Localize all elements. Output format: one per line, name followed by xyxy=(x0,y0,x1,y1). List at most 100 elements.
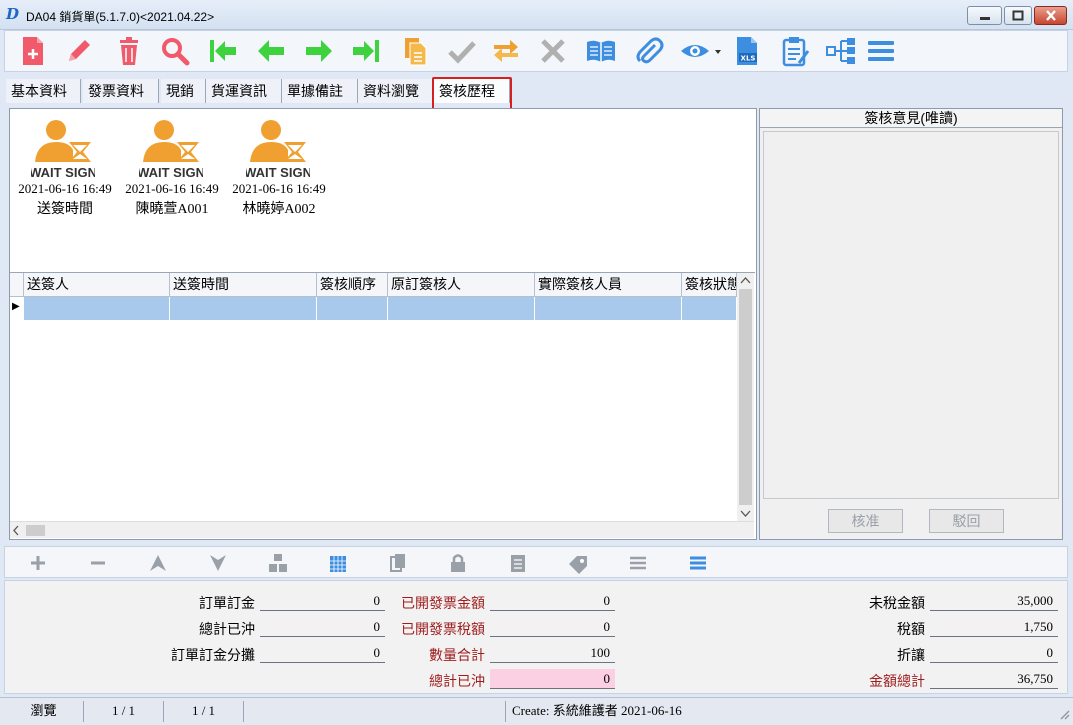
menu-lines-icon[interactable] xyxy=(865,35,897,67)
table-cell[interactable] xyxy=(317,297,388,320)
wait-sign-badge: WAIT SIGN xyxy=(246,165,310,180)
view-eye-icon[interactable] xyxy=(679,35,725,67)
col-header-sign-status[interactable]: 簽核狀態 xyxy=(682,273,737,297)
next-record-icon[interactable] xyxy=(303,35,335,67)
col-header-planned-signer[interactable]: 原訂簽核人 xyxy=(388,273,535,297)
table-cell[interactable] xyxy=(682,297,737,320)
refresh-swap-icon[interactable] xyxy=(490,35,522,67)
table-cell[interactable] xyxy=(535,297,682,320)
signer-name: 陳曉萱A001 xyxy=(135,202,209,217)
tab-document-notes[interactable]: 單據備註 xyxy=(282,79,358,103)
new-doc-icon[interactable] xyxy=(17,35,49,67)
tag-icon[interactable] xyxy=(567,552,589,574)
deposit-split-value: 0 xyxy=(260,643,385,663)
tree-hierarchy-icon[interactable] xyxy=(825,35,857,67)
grid-corner xyxy=(10,273,24,297)
order-deposit-value: 0 xyxy=(260,591,385,611)
opinion-title: 簽核意見(唯讀) xyxy=(760,109,1062,128)
wait-sign-badge: WAIT SIGN xyxy=(31,165,95,180)
close-button[interactable] xyxy=(1034,6,1067,25)
first-record-icon[interactable] xyxy=(207,35,239,67)
attachment-clip-icon[interactable] xyxy=(633,35,665,67)
main-toolbar: XLS xyxy=(4,30,1068,72)
wait-sign-icon[interactable]: WAIT SIGN xyxy=(137,114,205,182)
tab-cash-sale[interactable]: 現銷 xyxy=(161,79,206,103)
edit-pencil-icon[interactable] xyxy=(63,35,95,67)
col-header-send-time[interactable]: 送簽時間 xyxy=(170,273,317,297)
export-xls-icon[interactable]: XLS xyxy=(731,35,763,67)
invoiced-tax-label: 已開發票稅額 xyxy=(401,621,485,637)
structure-icon[interactable] xyxy=(267,552,289,574)
invoiced-amount-label: 已開發票金額 xyxy=(401,595,485,611)
grand-total-value: 36,750 xyxy=(930,669,1058,689)
total-offset2-value: 0 xyxy=(490,669,615,689)
amount-summary: 訂單訂金 0 總計已沖 0 訂單訂金分攤 0 已開發票金額 0 已開發票稅額 0… xyxy=(4,580,1068,694)
delete-trash-icon[interactable] xyxy=(113,35,145,67)
order-deposit-label: 訂單訂金 xyxy=(199,595,255,611)
document-icon[interactable] xyxy=(507,552,529,574)
cancel-x-icon[interactable] xyxy=(537,35,569,67)
status-page-2: 1 / 1 xyxy=(164,701,244,722)
signer-time: 2021-06-16 16:49 xyxy=(232,181,326,196)
total-offset2-label: 總計已沖 xyxy=(429,673,485,689)
status-bar: 瀏覽 1 / 1 1 / 1 Create: 系統維護者 2021-06-16 xyxy=(0,697,1073,725)
wait-sign-icon[interactable]: WAIT SIGN xyxy=(244,114,312,182)
tab-invoice-info[interactable]: 發票資料 xyxy=(83,79,159,103)
status-create-info: Create: 系統維護者 2021-06-16 xyxy=(512,703,682,718)
copy-icon[interactable] xyxy=(387,552,409,574)
prev-record-icon[interactable] xyxy=(255,35,287,67)
signer-name: 林曉婷A002 xyxy=(242,202,316,217)
tax-label: 稅額 xyxy=(897,621,925,637)
resize-grip-icon[interactable] xyxy=(1058,708,1070,724)
col-header-sign-order[interactable]: 簽核順序 xyxy=(317,273,388,297)
status-mode: 瀏覽 xyxy=(4,701,84,722)
tab-shipping-info[interactable]: 貨運資訊 xyxy=(206,79,282,103)
status-page-1: 1 / 1 xyxy=(84,701,164,722)
row-marker-icon: ▶ xyxy=(12,301,20,312)
minimize-button[interactable] xyxy=(967,6,1002,25)
col-header-sender[interactable]: 送簽人 xyxy=(24,273,170,297)
table-cell[interactable] xyxy=(170,297,317,320)
col-header-actual-signer[interactable]: 實際簽核人員 xyxy=(535,273,682,297)
add-plus-icon[interactable] xyxy=(27,552,49,574)
total-offset-value: 0 xyxy=(260,617,385,637)
lock-icon[interactable] xyxy=(447,552,469,574)
horizontal-scrollbar[interactable] xyxy=(10,521,754,538)
book-icon[interactable] xyxy=(585,35,617,67)
deposit-split-label: 訂單訂金分攤 xyxy=(171,647,255,663)
signer-time: 2021-06-16 16:49 xyxy=(18,181,112,196)
search-magnifier-icon[interactable] xyxy=(159,35,191,67)
clipboard-icon[interactable] xyxy=(779,35,811,67)
vertical-scrollbar[interactable] xyxy=(737,273,754,521)
sign-opinion-panel: 簽核意見(唯讀) 核准 駁回 xyxy=(759,108,1063,540)
move-up-icon[interactable] xyxy=(147,552,169,574)
reject-button[interactable]: 駁回 xyxy=(929,509,1004,533)
invoiced-amount-value: 0 xyxy=(490,591,615,611)
list-icon[interactable] xyxy=(627,552,649,574)
active-tab-highlight xyxy=(432,77,512,110)
sign-history-grid: 送簽人 送簽時間 簽核順序 原訂簽核人 實際簽核人員 簽核狀態 ▶ xyxy=(10,272,755,538)
tab-basic-info[interactable]: 基本資料 xyxy=(6,79,81,103)
calendar-icon[interactable] xyxy=(327,552,349,574)
wait-sign-icon[interactable]: WAIT SIGN xyxy=(29,114,97,182)
copy-doc-icon[interactable] xyxy=(399,35,431,67)
tax-value: 1,750 xyxy=(930,617,1058,637)
detail-toolbar xyxy=(4,546,1068,578)
table-cell[interactable] xyxy=(388,297,535,320)
opinion-textarea[interactable] xyxy=(763,131,1059,499)
signer-time: 2021-06-16 16:49 xyxy=(125,181,219,196)
tab-bar: 基本資料 發票資料 現銷 貨運資訊 單據備註 資料瀏覽 簽核歷程 xyxy=(4,76,1068,106)
approve-button[interactable]: 核准 xyxy=(828,509,903,533)
menu-icon[interactable] xyxy=(687,552,709,574)
last-record-icon[interactable] xyxy=(350,35,382,67)
app-logo-icon: D xyxy=(6,5,20,23)
status-empty xyxy=(244,701,506,722)
remove-minus-icon[interactable] xyxy=(87,552,109,574)
tab-data-browse[interactable]: 資料瀏覽 xyxy=(358,79,434,103)
confirm-check-icon[interactable] xyxy=(446,35,478,67)
move-down-icon[interactable] xyxy=(207,552,229,574)
table-cell[interactable] xyxy=(24,297,170,320)
maximize-button[interactable] xyxy=(1004,6,1032,25)
window-title: DA04 銷貨單(5.1.7.0)<2021.04.22> xyxy=(26,10,215,24)
wait-sign-badge: WAIT SIGN xyxy=(139,165,203,180)
